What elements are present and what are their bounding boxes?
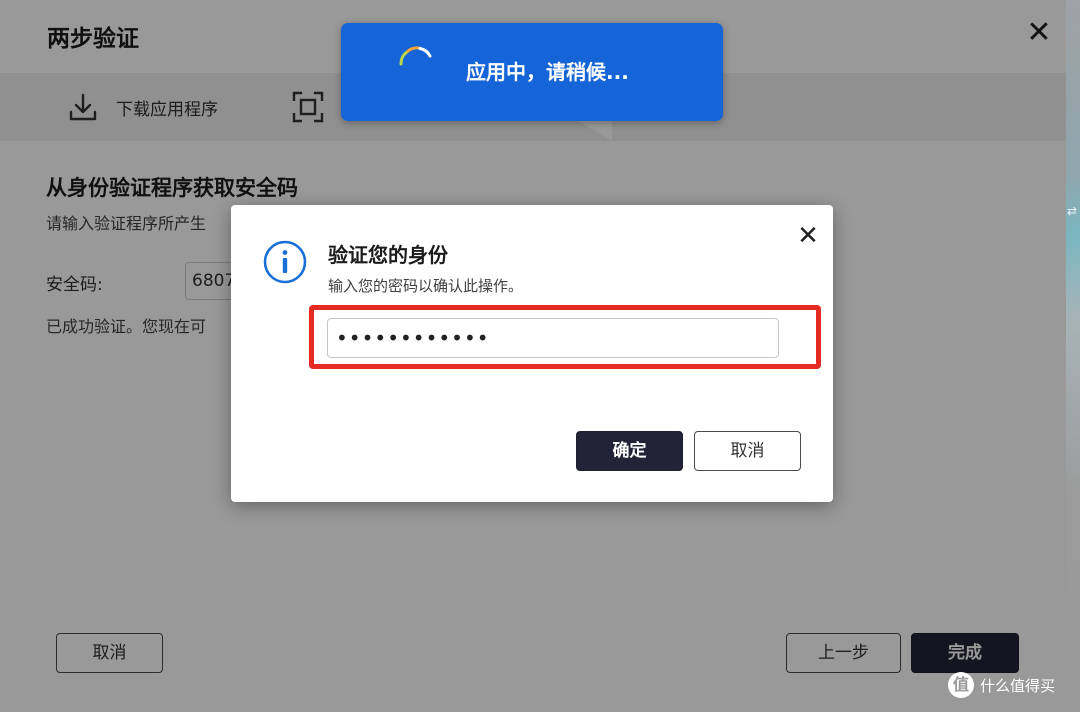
toast-message: 应用中，请稍候... [466,60,629,84]
dialog-cancel-button[interactable]: 取消 [694,431,801,471]
verify-identity-dialog: 验证您的身份 输入您的密码以确认此操作。 ✕ 确定 取消 [231,205,833,502]
watermark-text: 什么值得买 [980,676,1056,695]
spinner-icon [399,46,432,66]
watermark: 值 什么值得买 [948,672,1055,698]
confirm-button[interactable]: 确定 [576,431,683,471]
applying-toast: 应用中，请稍候... [341,23,723,121]
desktop-background-strip: ⇄ [1066,0,1080,712]
dialog-close-icon[interactable]: ✕ [795,223,821,249]
password-input[interactable] [327,318,779,358]
dialog-subtitle: 输入您的密码以确认此操作。 [328,277,524,295]
desktop-glyph: ⇄ [1067,204,1078,218]
watermark-logo: 值 [948,672,974,698]
info-icon [263,240,307,284]
dialog-title: 验证您的身份 [328,243,448,267]
